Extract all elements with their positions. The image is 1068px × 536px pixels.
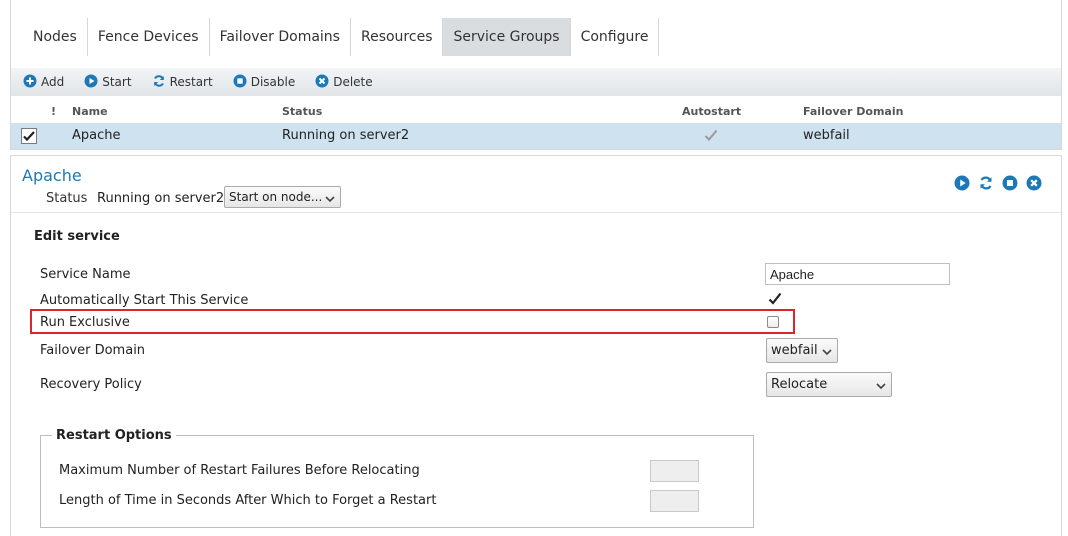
stop-circle-icon[interactable]	[1002, 175, 1018, 195]
restart-button[interactable]: Restart	[152, 74, 213, 91]
service-name-input[interactable]	[765, 263, 950, 285]
plus-circle-icon	[23, 74, 37, 91]
restart-expire-time-label: Length of Time in Seconds After Which to…	[59, 493, 437, 508]
disable-button[interactable]: Disable	[233, 74, 296, 91]
close-circle-icon[interactable]	[1026, 175, 1042, 195]
main-tabs: Nodes Fence Devices Failover Domains Res…	[23, 18, 660, 56]
start-button[interactable]: Start	[84, 74, 132, 91]
start-on-node-value: Start on node...	[229, 190, 323, 204]
recovery-policy-select[interactable]: Relocate	[766, 372, 892, 397]
start-on-node-select[interactable]: Start on node...	[224, 186, 341, 208]
restart-label: Restart	[169, 75, 213, 89]
run-exclusive-highlight	[30, 309, 795, 334]
stop-circle-icon	[233, 74, 247, 91]
tab-configure[interactable]: Configure	[571, 18, 660, 56]
refresh-icon[interactable]	[978, 175, 994, 195]
restart-options-legend: Restart Options	[52, 428, 176, 443]
service-name-label: Service Name	[40, 267, 131, 282]
edit-service-heading: Edit service	[34, 229, 120, 244]
failover-domain-value: webfail	[771, 343, 818, 358]
max-restart-failures-input[interactable]	[650, 460, 699, 482]
row-name: Apache	[72, 128, 121, 143]
divider	[11, 212, 1061, 213]
restart-options-fieldset	[40, 435, 754, 528]
checkmark-icon	[23, 131, 35, 142]
column-autostart[interactable]: Autostart	[682, 105, 741, 118]
play-circle-icon	[84, 74, 98, 91]
autostart-check-icon	[704, 129, 718, 146]
row-failover-domain: webfail	[803, 128, 850, 143]
failover-domain-label: Failover Domain	[40, 343, 146, 358]
checkmark-icon	[768, 292, 782, 305]
row-select-checkbox[interactable]	[21, 128, 37, 144]
column-status[interactable]: Status	[282, 105, 322, 118]
delete-label: Delete	[333, 75, 373, 89]
tab-service-groups[interactable]: Service Groups	[443, 18, 571, 56]
service-action-icons	[954, 175, 1050, 195]
table-row[interactable]: Apache Running on server2 webfail	[11, 123, 1061, 149]
status-value: Running on server2	[97, 191, 225, 206]
service-title: Apache	[22, 166, 82, 185]
chevron-down-icon	[876, 379, 886, 394]
column-name[interactable]: Name	[72, 105, 108, 118]
play-circle-icon[interactable]	[954, 175, 970, 195]
add-label: Add	[41, 75, 65, 89]
run-exclusive-checkbox[interactable]	[767, 316, 779, 328]
grid-header: ! Name Status Autostart Failover Domain	[11, 100, 1061, 122]
failover-domain-select[interactable]: webfail	[766, 338, 838, 363]
chevron-down-icon	[325, 192, 335, 206]
add-button[interactable]: Add	[23, 74, 64, 91]
service-groups-panel: Nodes Fence Devices Failover Domains Res…	[10, 0, 1062, 150]
recovery-policy-value: Relocate	[771, 377, 828, 392]
disable-label: Disable	[250, 75, 296, 89]
column-flag[interactable]: !	[51, 105, 56, 118]
tab-resources[interactable]: Resources	[351, 18, 444, 56]
tab-failover-domains[interactable]: Failover Domains	[210, 18, 351, 56]
refresh-icon	[152, 74, 166, 91]
service-detail-panel: Apache Status Running on server2 Start o…	[10, 155, 1062, 536]
autostart-checkbox[interactable]	[768, 292, 782, 306]
status-label: Status	[46, 191, 88, 206]
restart-expire-time-input[interactable]	[650, 490, 699, 512]
run-exclusive-label: Run Exclusive	[40, 315, 130, 330]
chevron-down-icon	[822, 345, 832, 360]
start-label: Start	[102, 75, 132, 89]
column-failover-domain[interactable]: Failover Domain	[803, 105, 903, 118]
tab-fence-devices[interactable]: Fence Devices	[88, 18, 210, 56]
tab-nodes[interactable]: Nodes	[23, 18, 88, 56]
autostart-label: Automatically Start This Service	[40, 293, 249, 308]
recovery-policy-label: Recovery Policy	[40, 377, 142, 392]
service-toolbar: Add Start Restart Disable Delete	[11, 68, 1061, 96]
row-status: Running on server2	[282, 128, 410, 143]
delete-button[interactable]: Delete	[315, 74, 373, 91]
close-circle-icon	[315, 74, 329, 91]
max-restart-failures-label: Maximum Number of Restart Failures Befor…	[59, 463, 420, 478]
